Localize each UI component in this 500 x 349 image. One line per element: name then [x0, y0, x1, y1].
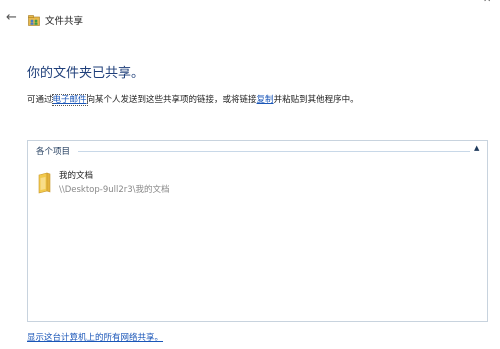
file-sharing-icon — [28, 15, 40, 26]
share-description: 可通过电子邮件向某个人发送到这些共享项的链接，或将链接复制并粘贴到其他程序中。 — [27, 93, 359, 106]
desc-text-3: 并粘贴到其他程序中。 — [273, 95, 359, 105]
shared-item-name[interactable]: 我的文档 — [59, 169, 93, 181]
desc-text-2: 向某个人发送到这些共享项的链接，或将链接 — [86, 95, 257, 105]
folder-icon — [38, 172, 51, 194]
copy-link[interactable]: 复制 — [257, 95, 274, 105]
window-title: 文件共享 — [45, 16, 84, 27]
desc-text-1: 可通过 — [27, 95, 53, 105]
email-link[interactable]: 电子邮件 — [51, 94, 88, 106]
minimize-button[interactable]: — — [436, 0, 446, 5]
collapse-chevron-icon[interactable]: ▲ — [474, 144, 479, 152]
group-divider — [78, 151, 470, 152]
shared-item-path: \\Desktop-9ull2r3\我的文档 — [59, 185, 170, 195]
group-header-label: 各个项目 — [36, 147, 71, 157]
back-arrow-icon[interactable]: ← — [6, 11, 17, 25]
shared-items-panel: 各个项目 ▲ 我的文档 \\Desktop-9ull2r3\我的文档 — [27, 140, 488, 322]
close-button[interactable]: ✕ — [483, 0, 491, 5]
title-bar: ← 文件共享 — ✕ — [0, 0, 500, 40]
show-all-shares-link[interactable]: 显示这台计算机上的所有网络共享。 — [27, 331, 163, 343]
page-heading: 你的文件夹已共享。 — [27, 66, 145, 81]
